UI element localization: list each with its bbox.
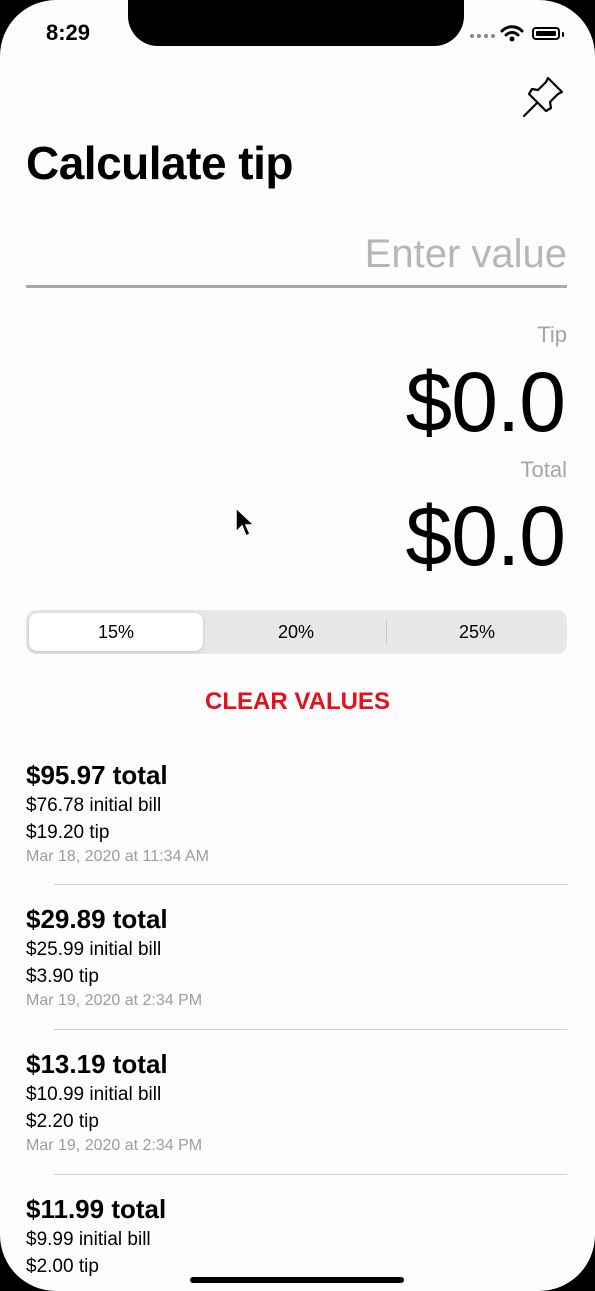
history-date: Mar 19, 2020 at 2:34 PM bbox=[26, 1137, 203, 1154]
tip-value: $0.0 bbox=[405, 355, 566, 449]
home-indicator[interactable] bbox=[190, 1277, 404, 1283]
clear-values-button[interactable]: CLEAR VALUES bbox=[0, 688, 595, 716]
history-initial-bill: $25.99 initial bill bbox=[26, 939, 162, 960]
history-tip: $3.90 tip bbox=[26, 966, 99, 987]
history-initial-bill: $9.99 initial bill bbox=[26, 1229, 151, 1250]
history-total: $95.97 total bbox=[26, 760, 168, 790]
segment-divider bbox=[386, 620, 387, 644]
mouse-pointer-icon bbox=[235, 506, 256, 538]
battery-cap bbox=[562, 32, 564, 37]
history-item[interactable]: $13.19 total $10.99 initial bill $2.20 t… bbox=[26, 1047, 567, 1157]
device-notch bbox=[128, 0, 464, 46]
segment-25-percent[interactable]: 25% bbox=[390, 613, 564, 651]
history-item[interactable]: $11.99 total $9.99 initial bill $2.00 ti… bbox=[26, 1192, 567, 1280]
history-total: $13.19 total bbox=[26, 1049, 168, 1079]
bill-amount-input[interactable] bbox=[26, 224, 567, 288]
history-tip: $2.20 tip bbox=[26, 1111, 99, 1132]
list-separator bbox=[54, 884, 567, 885]
list-separator bbox=[54, 1029, 567, 1030]
history-initial-bill: $76.78 initial bill bbox=[26, 795, 162, 816]
history-date: Mar 19, 2020 at 2:34 PM bbox=[26, 992, 203, 1009]
history-date: Mar 18, 2020 at 11:34 AM bbox=[26, 848, 209, 865]
segment-20-percent[interactable]: 20% bbox=[209, 613, 383, 651]
status-time: 8:29 bbox=[46, 20, 91, 45]
history-total: $29.89 total bbox=[26, 904, 168, 934]
segment-15-percent[interactable]: 15% bbox=[29, 613, 203, 651]
signal-icon bbox=[470, 34, 496, 40]
total-value: $0.0 bbox=[405, 489, 566, 583]
wifi-icon bbox=[500, 25, 524, 42]
pushpin-icon[interactable] bbox=[520, 72, 568, 120]
history-initial-bill: $10.99 initial bill bbox=[26, 1084, 162, 1105]
history-item[interactable]: $95.97 total $76.78 initial bill $19.20 … bbox=[26, 758, 567, 868]
history-item[interactable]: $29.89 total $25.99 initial bill $3.90 t… bbox=[26, 902, 567, 1012]
total-label: Total bbox=[520, 457, 567, 482]
page-title: Calculate tip bbox=[26, 137, 294, 189]
list-separator bbox=[54, 1174, 567, 1175]
app-screen: 8:29 Calculate tip Tip $0.0 Total $0.0 1… bbox=[0, 0, 595, 1291]
history-tip: $19.20 tip bbox=[26, 822, 110, 843]
battery-icon bbox=[532, 27, 560, 40]
history-tip: $2.00 tip bbox=[26, 1256, 99, 1277]
tip-percentage-segmented-control: 15% 20% 25% bbox=[26, 610, 567, 654]
tip-label: Tip bbox=[537, 322, 567, 347]
history-total: $11.99 total bbox=[26, 1194, 167, 1224]
